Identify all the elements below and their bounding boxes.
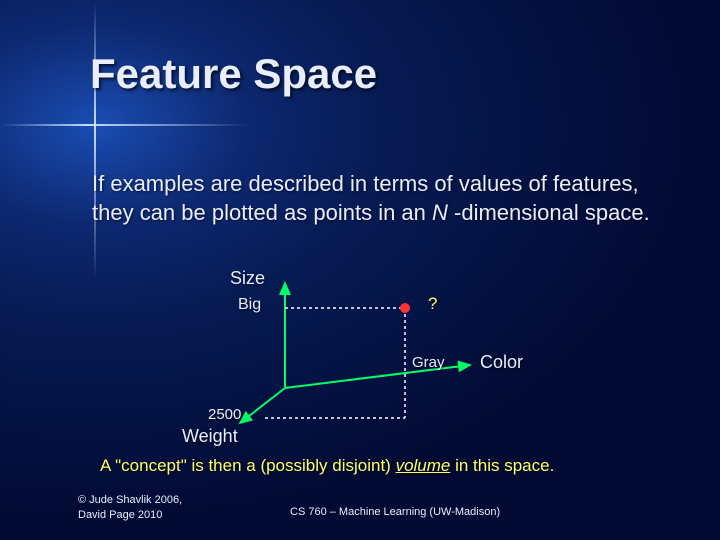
axis-label-weight: Weight — [182, 426, 238, 447]
axis-label-color: Color — [480, 352, 523, 373]
copyright: © Jude Shavlik 2006, David Page 2010 — [78, 493, 182, 522]
bottom-note: A "concept" is then a (possibly disjoint… — [100, 456, 660, 476]
flare-horizontal — [0, 124, 250, 126]
axis-label-size: Size — [230, 268, 265, 289]
desc-post: -dimensional space. — [448, 200, 650, 225]
course-label: CS 760 – Machine Learning (UW-Madison) — [290, 506, 500, 518]
slide-title: Feature Space — [90, 50, 377, 98]
slide-description: If examples are described in terms of va… — [92, 170, 652, 227]
flare-vertical — [94, 0, 96, 280]
axis-tick-2500: 2500 — [208, 406, 241, 423]
copyright-line2: David Page 2010 — [78, 508, 182, 522]
bottom-volume: volume — [396, 456, 451, 475]
bottom-pre: A "concept" is then a (possibly disjoint… — [100, 456, 396, 475]
axis-tick-big: Big — [238, 296, 261, 314]
feature-space-diagram: Size Big Color Gray 2500 Weight ? — [180, 268, 540, 448]
desc-var: N — [432, 200, 448, 225]
bottom-post: in this space. — [450, 456, 554, 475]
axis-tick-gray: Gray — [412, 354, 445, 371]
point-label: ? — [428, 294, 437, 314]
copyright-line1: © Jude Shavlik 2006, — [78, 493, 182, 507]
